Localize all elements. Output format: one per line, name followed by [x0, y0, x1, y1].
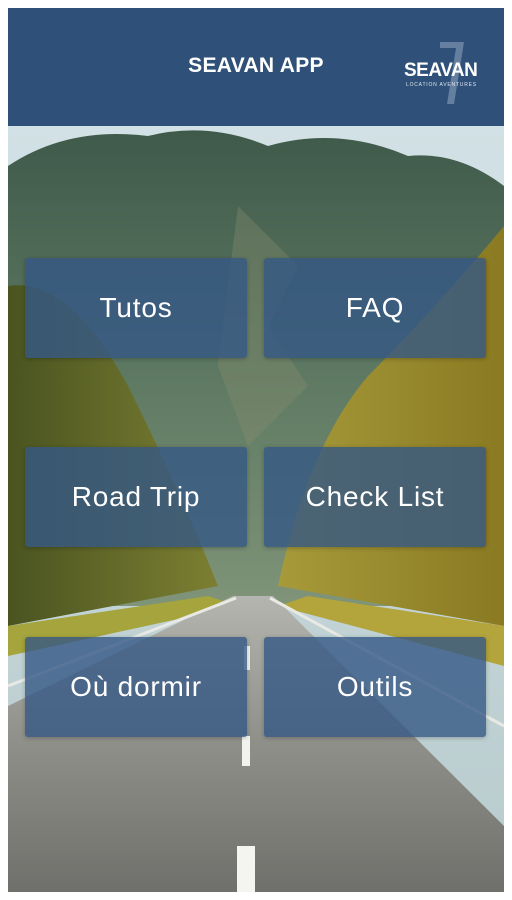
- app-screen: SEAVAN APP SEAVAN LOCATION AVENTURES Tut…: [8, 8, 504, 892]
- seavan-logo: SEAVAN LOCATION AVENTURES: [400, 36, 496, 106]
- logo-tagline: LOCATION AVENTURES: [406, 82, 477, 88]
- app-header: SEAVAN APP SEAVAN LOCATION AVENTURES: [8, 8, 504, 126]
- tile-outils[interactable]: Outils: [264, 637, 486, 737]
- tile-outils-label: Outils: [336, 671, 414, 702]
- tile-faq-label: FAQ: [345, 292, 405, 323]
- tile-ou-dormir[interactable]: Où dormir: [25, 637, 247, 737]
- tile-tutos[interactable]: Tutos: [25, 258, 247, 358]
- logo-wordmark: SEAVAN: [404, 60, 478, 81]
- tile-faq[interactable]: FAQ: [264, 258, 486, 358]
- tile-road-trip[interactable]: Road Trip: [25, 447, 247, 547]
- tile-check-list[interactable]: Check List: [264, 447, 486, 547]
- tile-tutos-label: Tutos: [99, 292, 173, 323]
- tile-ou-dormir-label: Où dormir: [70, 671, 202, 702]
- tile-road-trip-label: Road Trip: [71, 481, 201, 512]
- tile-check-list-label: Check List: [305, 481, 445, 512]
